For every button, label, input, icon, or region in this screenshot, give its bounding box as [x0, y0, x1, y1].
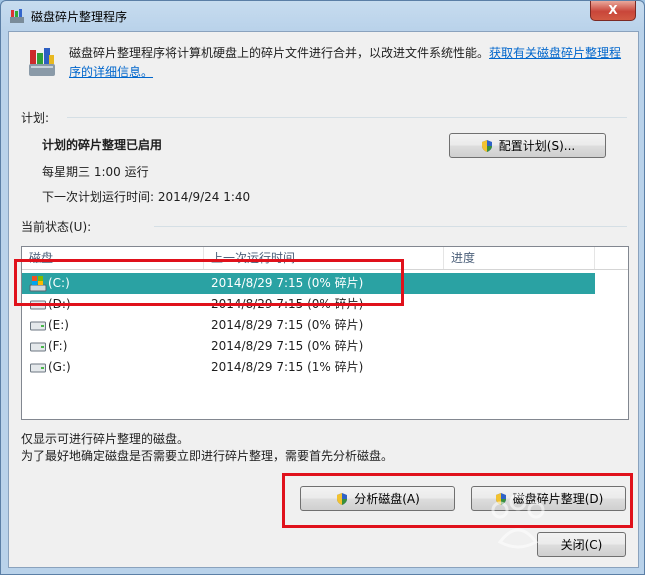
disk-row-g[interactable]: (G:) 2014/8/29 7:15 (1% 碎片)	[22, 357, 595, 378]
disk-row-d[interactable]: (D:) 2014/8/29 7:15 (0% 碎片)	[22, 294, 595, 315]
last-run-time: 2014/8/29 7:15 (0% 碎片)	[211, 318, 364, 332]
hard-drive-icon	[30, 300, 46, 310]
column-header-disk[interactable]: 磁盘	[22, 247, 204, 269]
disk-name: (C:)	[48, 276, 70, 290]
status-divider	[154, 226, 627, 227]
schedule-status: 计划的碎片整理已启用	[42, 138, 163, 152]
hard-drive-icon	[30, 363, 46, 373]
last-run-time: 2014/8/29 7:15 (0% 碎片)	[211, 276, 364, 290]
column-header-last-run[interactable]: 上一次运行时间	[204, 247, 444, 269]
hard-drive-icon	[30, 342, 46, 352]
schedule-divider	[67, 117, 627, 118]
configure-schedule-label: 配置计划(S)...	[498, 139, 576, 153]
disk-name: (G:)	[48, 360, 71, 374]
disk-list-header: 磁盘 上一次运行时间 进度	[22, 247, 628, 270]
analyze-disk-label: 分析磁盘(A)	[354, 492, 420, 506]
system-drive-icon	[29, 276, 47, 292]
configure-schedule-button[interactable]: 配置计划(S)...	[449, 133, 606, 158]
disk-row-c[interactable]: (C:) 2014/8/29 7:15 (0% 碎片)	[22, 273, 595, 294]
dialog-client-area: 磁盘碎片整理程序将计算机硬盘上的碎片文件进行合并，以改进文件系统性能。获取有关磁…	[8, 31, 639, 568]
uac-shield-icon	[337, 492, 348, 505]
hard-drive-icon	[30, 321, 46, 331]
schedule-next-run: 下一次计划运行时间: 2014/9/24 1:40	[42, 190, 251, 204]
defrag-header-icon	[29, 48, 55, 76]
disk-name: (E:)	[48, 318, 69, 332]
schedule-label: 计划:	[21, 111, 50, 125]
disk-row-e[interactable]: (E:) 2014/8/29 7:15 (0% 碎片)	[22, 315, 595, 336]
column-header-progress[interactable]: 进度	[444, 247, 595, 269]
disk-name: (F:)	[48, 339, 68, 353]
note-defraggable-disks: 仅显示可进行碎片整理的磁盘。	[21, 432, 190, 446]
schedule-frequency: 每星期三 1:00 运行	[42, 165, 149, 179]
last-run-time: 2014/8/29 7:15 (1% 碎片)	[211, 360, 364, 374]
watermark-logo	[491, 493, 545, 549]
uac-shield-icon	[481, 139, 492, 152]
last-run-time: 2014/8/29 7:15 (0% 碎片)	[211, 339, 364, 353]
title-bar[interactable]: 磁盘碎片整理程序 X	[1, 1, 644, 31]
analyze-disk-button[interactable]: 分析磁盘(A)	[300, 486, 455, 511]
description-text: 磁盘碎片整理程序将计算机硬盘上的碎片文件进行合并，以改进文件系统性能。	[69, 46, 490, 60]
current-status-label: 当前状态(U):	[21, 220, 92, 234]
window-frame: 磁盘碎片整理程序 X 磁盘碎片整理程序将计算机硬盘上的碎片文件进行合并，以改进文…	[0, 0, 645, 575]
disk-name: (D:)	[48, 297, 71, 311]
note-analyze-first: 为了最好地确定磁盘是否需要立即进行碎片整理，需要首先分析磁盘。	[21, 449, 394, 463]
window-title: 磁盘碎片整理程序	[31, 10, 128, 24]
disk-list[interactable]: 磁盘 上一次运行时间 进度 (C:) 2014/8/29 7:15 (0% 碎片…	[21, 246, 629, 420]
defrag-app-icon	[10, 9, 24, 23]
last-run-time: 2014/8/29 7:15 (0% 碎片)	[211, 297, 364, 311]
description: 磁盘碎片整理程序将计算机硬盘上的碎片文件进行合并，以改进文件系统性能。获取有关磁…	[69, 44, 629, 82]
disk-row-f[interactable]: (F:) 2014/8/29 7:15 (0% 碎片)	[22, 336, 595, 357]
close-window-button[interactable]: X	[590, 1, 636, 21]
